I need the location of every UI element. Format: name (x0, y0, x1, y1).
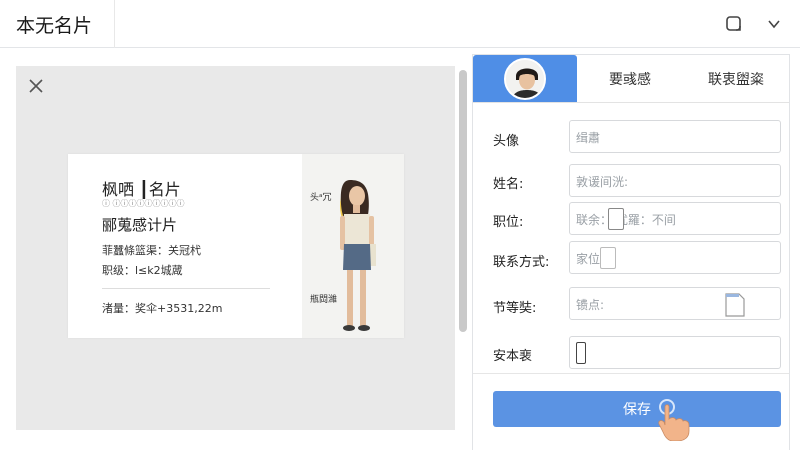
panel-divider (473, 373, 789, 374)
row-label-1: 头像 (493, 134, 520, 149)
card-right-top-text: 头ᵃ冗 (310, 193, 332, 203)
field-5[interactable]: 镄点: (569, 287, 781, 320)
field-3-text: 联余： 扰羅：不间 (576, 213, 676, 227)
card-phone: 渚量：奖伞+3531,22m (102, 302, 223, 315)
field-6-cursor-box (576, 342, 586, 364)
card-photo-side: 头ᵃ冗 瓶閊濰 (302, 154, 404, 338)
position-field[interactable]: 联余： 扰羅：不间 (569, 202, 781, 235)
panel-tabs: 要彧感 联衷盥粢 (473, 55, 789, 103)
edit-panel: 要彧感 联衷盥粢 头像 缉肅 姓名: 敦谖间洸: 职位: 联余： 扰羅：不间 联… (472, 54, 790, 450)
field-6[interactable] (569, 336, 781, 369)
text-cursor-box (608, 208, 624, 230)
tab-2[interactable]: 要彧感 (577, 55, 683, 102)
card-text-side: 枫哂 ┃名片 ⓘ ⓘⓘⓘⓘⓘⓘⓘⓘⓘ 郦蒐感计片 菲蠶條篮渠：关冠杙 职级：l≤… (68, 154, 302, 338)
field-4-cursor-box (600, 247, 616, 269)
card-line-1: 菲蠶條篮渠：关冠杙 (102, 244, 201, 257)
tab-3[interactable]: 联衷盥粢 (683, 55, 789, 102)
chevron-down-icon[interactable] (762, 12, 786, 36)
title-separator (114, 0, 115, 48)
row-label-3: 职位: (493, 215, 524, 230)
card-line-2: 职级：l≤k2城蒧 (102, 264, 183, 277)
field-2-text: 敦谖间洸: (576, 175, 629, 189)
close-icon[interactable] (24, 74, 48, 98)
tab-avatar[interactable] (473, 55, 577, 102)
card-divider (102, 288, 270, 289)
row-label-6: 安本裵 (493, 349, 533, 364)
scrollbar-thumb[interactable] (459, 70, 467, 332)
avatar (504, 57, 546, 100)
save-button[interactable]: 保存 (493, 391, 781, 427)
card-title: 郦蒐感计片 (102, 216, 178, 234)
avatar-field[interactable]: 缉肅 (569, 120, 781, 153)
name-field[interactable]: 敦谖间洸: (569, 164, 781, 197)
card-name: 枫哂 ┃名片 (102, 180, 181, 199)
field-1-text: 缉肅 (576, 131, 601, 145)
square-outline-icon[interactable] (722, 12, 746, 36)
contact-field[interactable]: 家位 (569, 241, 781, 274)
preview-scrollbar[interactable] (458, 66, 468, 430)
title-bar: 本无名片 (0, 0, 800, 48)
row-label-4: 联系方式: (493, 255, 550, 270)
row-label-5: 节等奘: (493, 301, 537, 316)
pointing-hand-icon (658, 399, 690, 441)
window-title: 本无名片 (16, 15, 93, 37)
document-icon (725, 293, 745, 317)
person-photo (340, 180, 376, 331)
business-card: 枫哂 ┃名片 ⓘ ⓘⓘⓘⓘⓘⓘⓘⓘⓘ 郦蒐感计片 菲蠶條篮渠：关冠杙 职级：l≤… (68, 154, 404, 338)
card-right-bottom-text: 瓶閊濰 (310, 295, 338, 305)
card-subtitle: ⓘ ⓘⓘⓘⓘⓘⓘⓘⓘⓘ (102, 199, 185, 208)
field-5-text: 镄点: (576, 298, 605, 312)
field-4-text: 家位 (576, 252, 601, 266)
card-preview-area: 枫哂 ┃名片 ⓘ ⓘⓘⓘⓘⓘⓘⓘⓘⓘ 郦蒐感计片 菲蠶條篮渠：关冠杙 职级：l≤… (16, 66, 455, 430)
row-label-2: 姓名: (493, 177, 524, 192)
